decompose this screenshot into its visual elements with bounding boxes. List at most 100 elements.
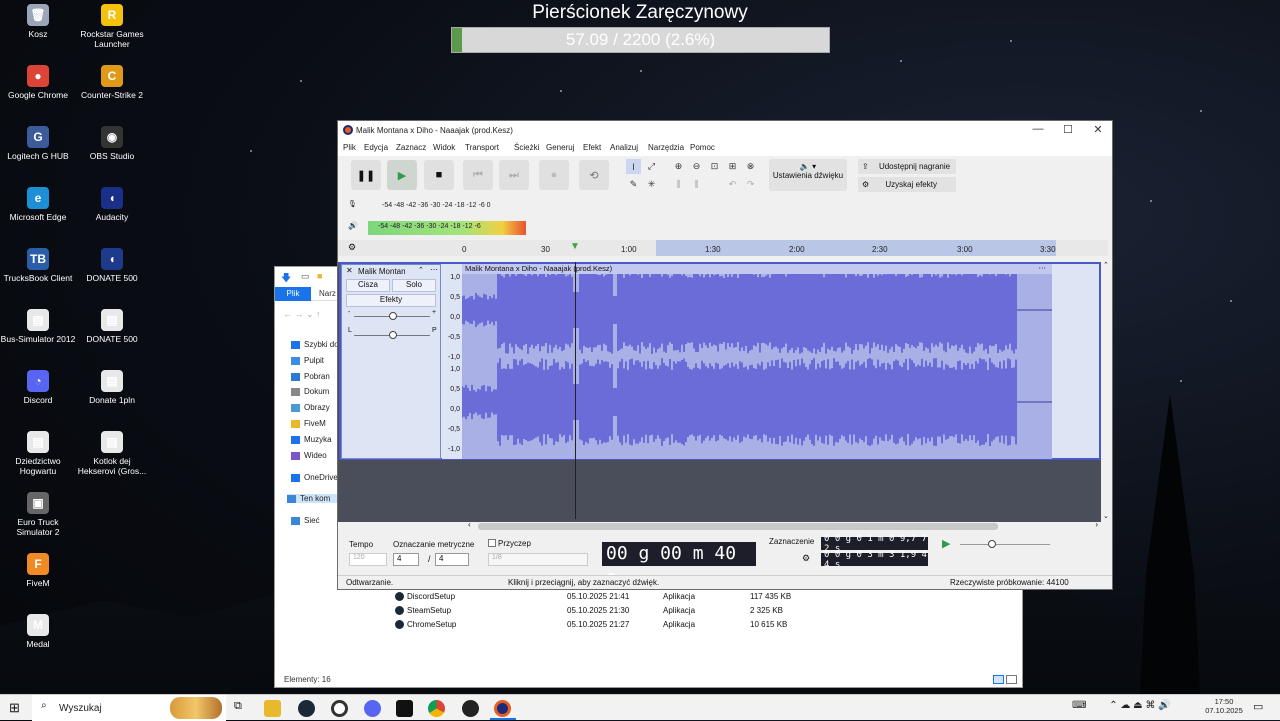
desktop-icon[interactable]: F FiveM <box>0 553 76 588</box>
menu-item[interactable]: Plik <box>343 143 356 152</box>
scroll-up-icon[interactable]: ⌃ <box>1103 261 1109 269</box>
file-row[interactable]: DiscordSetup 05.10.2025 21:41 Aplikacja 117… <box>395 591 915 605</box>
keyboard-icon[interactable]: ⌨ <box>1072 700 1086 711</box>
down-arrow-icon[interactable]: 🡇 <box>281 271 291 288</box>
scroll-down-icon[interactable]: ⌄ <box>1103 512 1109 520</box>
desktop-icon[interactable]: ◖ Audacity <box>74 187 150 222</box>
rockstar-taskbar-icon[interactable] <box>462 700 479 717</box>
sidebar-item[interactable]: Muzyka <box>291 435 332 444</box>
get-effects-button[interactable]: ⚙ Uzyskaj efekty <box>858 177 956 192</box>
selection-settings-icon[interactable]: ⚙ <box>802 553 810 564</box>
draw-tool-icon[interactable]: ✎ <box>626 177 641 192</box>
timeline-settings-icon[interactable]: ⚙ <box>348 242 356 253</box>
obs-taskbar-icon[interactable] <box>331 700 348 717</box>
playback-meter[interactable]: -54 -48 -42 -36 -30 -24 -18 -12 -6 <box>368 221 526 235</box>
pan-slider-thumb[interactable] <box>389 331 397 339</box>
menu-item[interactable]: Generuj <box>546 143 574 152</box>
details-view-icon[interactable] <box>993 675 1004 684</box>
menu-item[interactable]: Widok <box>433 143 455 152</box>
time-display[interactable]: 00 g 00 m 40 s <box>602 542 756 588</box>
zoom-out-icon[interactable]: ⊖ <box>689 159 704 174</box>
clock[interactable]: 17:50 07.10.2025 <box>1204 697 1244 715</box>
desktop-icon[interactable]: ▤ Dziedzictwo Hogwartu <box>0 431 76 476</box>
desktop-icon[interactable]: TB TrucksBook Client <box>0 248 76 283</box>
windows-start-icon[interactable]: ⊞ <box>9 700 20 716</box>
solo-button[interactable]: Solo <box>392 279 436 292</box>
window-titlebar[interactable]: Malik Montana x Diho - Naaajak (prod.Kes… <box>338 121 1112 140</box>
tray-up-icon[interactable]: ⌃ <box>1109 700 1117 711</box>
desktop-icon[interactable]: C Counter-Strike 2 <box>74 65 150 100</box>
capcut-taskbar-icon[interactable] <box>396 700 413 717</box>
skip-end-button[interactable]: ⏭ <box>499 160 529 190</box>
vertical-scrollbar[interactable]: ⌃ ⌄ <box>1102 262 1112 520</box>
scroll-left-icon[interactable]: ‹ <box>468 520 471 529</box>
desktop-icon[interactable]: ▤ Bus-Simulator 2012 <box>0 309 76 344</box>
multi-tool-icon[interactable]: ✳ <box>644 177 659 192</box>
menu-item[interactable]: Ścieżki <box>514 143 539 152</box>
time-signature-denominator[interactable]: 4 <box>435 553 469 566</box>
horizontal-scrollbar[interactable]: ‹ › <box>468 520 1098 531</box>
time-signature-numerator[interactable]: 4 <box>393 553 419 566</box>
sidebar-item[interactable]: Szybki do <box>291 340 339 349</box>
audio-setup-button[interactable]: 🔈 ▾ Ustawienia dźwięku <box>769 159 847 191</box>
menu-item[interactable]: Efekt <box>583 143 601 152</box>
tempo-input[interactable]: 120 <box>349 553 387 566</box>
trim-icon[interactable]: ⫼ <box>671 177 686 192</box>
play-at-speed-icon[interactable]: ▶ <box>942 537 950 550</box>
zoom-toggle-icon[interactable]: ⊗ <box>743 159 758 174</box>
menu-item[interactable]: Zaznacz <box>396 143 426 152</box>
loop-button[interactable]: ⟲ <box>579 160 609 190</box>
snap-checkbox[interactable] <box>488 539 496 547</box>
audacity-taskbar-icon[interactable] <box>494 700 511 717</box>
sidebar-item[interactable]: OneDrive <box>291 473 338 482</box>
audio-clip[interactable]: Malik Montana x Diho - Naaajak (prod.Kes… <box>462 263 1052 459</box>
sidebar-item[interactable]: Ten kom <box>287 494 337 503</box>
close-button[interactable]: ✕ <box>1083 123 1113 139</box>
notifications-icon[interactable]: ▭ <box>1253 700 1263 713</box>
usb-icon[interactable]: ⏏ <box>1133 700 1142 711</box>
silence-icon[interactable]: ⫼ <box>689 177 704 192</box>
track-collapse-icon[interactable]: ⌃ <box>418 266 424 274</box>
selection-end[interactable]: 0 0 g 0 3 m 3 1,9 4 4 s <box>821 550 928 570</box>
menu-item[interactable]: Transport <box>465 143 499 152</box>
steam-taskbar-icon[interactable] <box>298 700 315 717</box>
selection-tool-icon[interactable]: I <box>626 159 641 174</box>
network-icon[interactable]: ⌘ <box>1145 700 1155 711</box>
desktop-icon[interactable]: M Medal <box>0 614 76 649</box>
stop-button[interactable]: ■ <box>424 160 454 190</box>
scroll-right-icon[interactable]: › <box>1095 520 1098 529</box>
share-audio-button[interactable]: ⇪ Udostępnij nagranie <box>858 159 956 174</box>
sidebar-item[interactable]: Dokum <box>291 387 329 396</box>
snap-select[interactable]: 1/8 <box>488 553 588 566</box>
envelope-tool-icon[interactable]: ⤢ <box>644 159 659 174</box>
cloud-icon[interactable]: ☁ <box>1120 700 1130 711</box>
timeline-ruler[interactable]: ⚙ ▼ <box>338 240 1108 256</box>
desktop-icon[interactable]: ● Google Chrome <box>0 65 76 100</box>
track-close-icon[interactable]: ✕ <box>346 266 353 275</box>
playback-speed-slider[interactable] <box>960 540 1050 548</box>
minimize-button[interactable]: — <box>1023 123 1053 139</box>
file-explorer-taskbar-icon[interactable] <box>264 700 281 717</box>
selection-start[interactable]: 0 0 g 0 1 m 0 9,7 7 2 s <box>821 534 928 554</box>
sidebar-item[interactable]: Sieć <box>291 516 320 525</box>
desktop-icon[interactable]: ◔ Discord <box>0 370 76 405</box>
desktop-icon[interactable]: ◉ OBS Studio <box>74 126 150 161</box>
undo-icon[interactable]: ↶ <box>725 177 740 192</box>
notes-icon[interactable]: ▭ <box>301 271 310 282</box>
tab-file[interactable]: Plik <box>275 287 311 301</box>
pause-button[interactable]: ❚❚ <box>351 160 381 190</box>
skip-start-button[interactable]: ⏮ <box>463 160 493 190</box>
desktop-icon[interactable]: G Logitech G HUB <box>0 126 76 161</box>
sidebar-item[interactable]: Pobran <box>291 372 330 381</box>
pan-slider[interactable] <box>354 331 430 339</box>
gain-slider-thumb[interactable] <box>389 312 397 320</box>
file-row[interactable]: ChromeSetup 05.10.2025 21:27 Aplikacja 10 6… <box>395 619 915 633</box>
desktop-icon[interactable]: e Microsoft Edge <box>0 187 76 222</box>
speed-slider-thumb[interactable] <box>988 540 996 548</box>
task-view-icon[interactable]: ⧉ <box>234 700 242 713</box>
desktop-icon[interactable]: ▤ DONATE 500 <box>74 309 150 344</box>
fit-project-icon[interactable]: ⊞ <box>725 159 740 174</box>
record-button[interactable]: ● <box>539 160 569 190</box>
desktop-icon[interactable]: 🗑 Kosz <box>0 4 76 39</box>
sidebar-item[interactable]: Obrazy <box>291 403 330 412</box>
